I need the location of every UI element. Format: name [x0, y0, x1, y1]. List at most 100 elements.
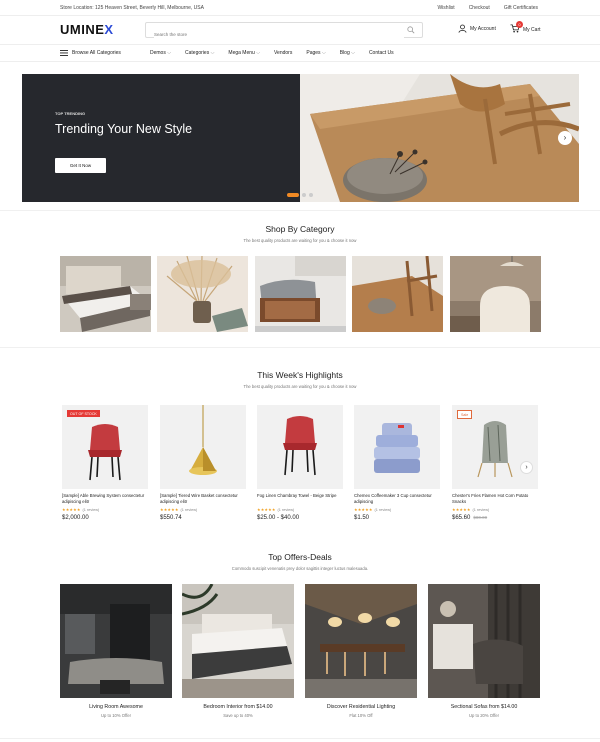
price-current: $1.50 — [354, 515, 370, 521]
nav-item-pages[interactable]: Pages ⌵ — [306, 50, 325, 56]
product-name[interactable]: [Sample] Tiered Wire Basket consectetur … — [160, 493, 246, 505]
product-rating: ★★★★★ (1 review) — [62, 507, 148, 513]
category-section-title: Shop By Category — [265, 224, 335, 234]
review-count: (1 review) — [374, 507, 392, 512]
category-tile-decor[interactable] — [157, 256, 248, 332]
chevron-down-icon: ⌵ — [321, 50, 326, 56]
hero-text-panel: TOP TRENDING Trending Your New Style Get… — [22, 74, 300, 202]
store-location: Store Location: 125 Heaven Street, Bever… — [60, 5, 204, 11]
section-divider — [0, 347, 600, 348]
search-icon[interactable] — [407, 26, 415, 34]
category-tile-armchairs[interactable] — [450, 256, 541, 332]
price-old: $80.00 — [473, 515, 488, 520]
browse-categories-button[interactable]: Browse All Categories — [60, 50, 121, 56]
gift-certificates-link[interactable]: Gift Certificates — [504, 5, 538, 11]
top-bar: Store Location: 125 Heaven Street, Bever… — [0, 0, 600, 16]
nav-item-blog[interactable]: Blog ⌵ — [340, 50, 355, 56]
slider-dot[interactable] — [302, 193, 306, 197]
products-next-arrow[interactable]: › — [520, 461, 533, 474]
product-image[interactable] — [354, 405, 440, 489]
hero-slider: TOP TRENDING Trending Your New Style Get… — [22, 74, 579, 202]
cart-icon-wrap: 0 — [510, 21, 523, 35]
nav-item-contact[interactable]: Contact Us — [369, 50, 394, 56]
product-name[interactable]: [Sample] Able Brewing System consectetur… — [62, 493, 148, 505]
product-image[interactable] — [257, 405, 343, 489]
nav-item-label: Contact Us — [368, 50, 394, 56]
offer-card[interactable]: Sectional Sofas from $14.00 Up to 20% Of… — [428, 584, 540, 718]
nav-item-categories[interactable]: Categories ⌵ — [185, 50, 214, 56]
nav-item-label: Mega Menu — [228, 50, 255, 56]
product-price: $65.60 $80.00 — [452, 515, 538, 521]
product-image[interactable]: Sale — [452, 405, 538, 489]
star-rating-icon: ★★★★★ — [257, 508, 276, 512]
cart-count-badge: 0 — [516, 21, 523, 28]
product-name[interactable]: Fog Linen Chambray Towel - Beige Stripe — [257, 493, 343, 505]
nav-item-label: Categories — [185, 50, 210, 56]
product-price: $550.74 — [160, 515, 246, 521]
wishlist-link[interactable]: Wishlist — [437, 5, 454, 11]
hero-cta-button[interactable]: Get It Now — [55, 158, 106, 173]
offer-card[interactable]: Living Room Awesome Up to 10% Offer — [60, 584, 172, 718]
slider-dots — [287, 193, 313, 197]
offer-card[interactable]: Discover Residential Lighting Flat 10% O… — [305, 584, 417, 718]
chevron-down-icon: ⌵ — [256, 50, 260, 56]
product-rating: ★★★★★ (1 review) — [452, 507, 538, 513]
user-icon — [458, 24, 467, 33]
product-rating: ★★★★★ (1 review) — [160, 507, 246, 513]
nav-item-mega-menu[interactable]: Mega Menu ⌵ — [228, 50, 260, 56]
cart-label: My Cart — [523, 26, 541, 33]
product-card[interactable]: Chemex Coffeemaker 3 Cup consectetur adi… — [354, 405, 440, 521]
offer-image[interactable] — [182, 584, 294, 698]
offer-image[interactable] — [60, 584, 172, 698]
logo[interactable]: UMINEX — [60, 22, 114, 37]
offer-title[interactable]: Discover Residential Lighting — [305, 704, 417, 710]
account-label: My Account — [470, 25, 496, 32]
offer-title[interactable]: Sectional Sofas from $14.00 — [428, 704, 540, 710]
menu-icon — [60, 50, 68, 56]
offer-card[interactable]: Bedroom Interior from $14.00 Save up to … — [182, 584, 294, 718]
review-count: (1 review) — [82, 507, 100, 512]
chevron-down-icon: ⌵ — [351, 50, 355, 56]
product-image[interactable] — [160, 405, 246, 489]
hero-next-arrow[interactable]: › — [558, 131, 572, 145]
product-image[interactable]: OUT OF STOCK — [62, 405, 148, 489]
offer-title[interactable]: Bedroom Interior from $14.00 — [182, 704, 294, 710]
offer-title[interactable]: Living Room Awesome — [60, 704, 172, 710]
slider-dot[interactable] — [309, 193, 313, 197]
offer-subtitle: Up to 10% Offer — [101, 713, 131, 718]
highlights-section-title: This Week's Highlights — [257, 370, 343, 380]
price-current: $550.74 — [160, 515, 182, 521]
nav-item-demos[interactable]: Demos ⌵ — [150, 50, 171, 56]
search-input[interactable] — [154, 27, 404, 42]
review-count: (1 review) — [472, 507, 490, 512]
checkout-link[interactable]: Checkout — [469, 5, 490, 11]
nav-items: Demos ⌵ Categories ⌵ Mega Menu ⌵ Vendors… — [150, 50, 394, 56]
cart-link[interactable]: 0 My Cart — [510, 21, 541, 35]
nav-item-vendors[interactable]: Vendors — [274, 50, 292, 56]
offer-subtitle: Up to 20% Offer — [469, 713, 499, 718]
product-name[interactable]: Chester's Fries Flamen Hot Corn Potato S… — [452, 493, 538, 505]
hero-title: Trending Your New Style — [55, 122, 193, 136]
slider-dot[interactable] — [287, 193, 299, 197]
hero-table-chair-illustration — [300, 74, 579, 202]
category-tile-tables[interactable] — [352, 256, 443, 332]
offer-image[interactable] — [305, 584, 417, 698]
search-box — [145, 22, 423, 42]
review-count: (1 review) — [277, 507, 295, 512]
chevron-down-icon: ⌵ — [167, 50, 172, 56]
product-card[interactable]: OUT OF STOCK [Sample] Able Brewing Syste… — [62, 405, 148, 521]
price-current: $2,000.00 — [62, 515, 89, 521]
product-card[interactable]: [Sample] Tiered Wire Basket consectetur … — [160, 405, 246, 521]
product-card[interactable]: Fog Linen Chambray Towel - Beige Stripe … — [257, 405, 343, 521]
product-name[interactable]: Chemex Coffeemaker 3 Cup consectetur adi… — [354, 493, 440, 505]
offer-image[interactable] — [428, 584, 540, 698]
main-nav: Browse All Categories Demos ⌵ Categories… — [0, 44, 600, 62]
category-tile-chairs[interactable] — [255, 256, 346, 332]
category-section-subtitle: The best quality products are waiting fo… — [243, 238, 357, 243]
account-link[interactable]: My Account — [458, 24, 496, 33]
offer-subtitle: Save up to 40% — [223, 713, 253, 718]
out-of-stock-badge: OUT OF STOCK — [67, 410, 100, 417]
category-tile-bedroom[interactable] — [60, 256, 151, 332]
star-rating-icon: ★★★★★ — [354, 508, 373, 512]
nav-item-label: Vendors — [274, 50, 293, 56]
